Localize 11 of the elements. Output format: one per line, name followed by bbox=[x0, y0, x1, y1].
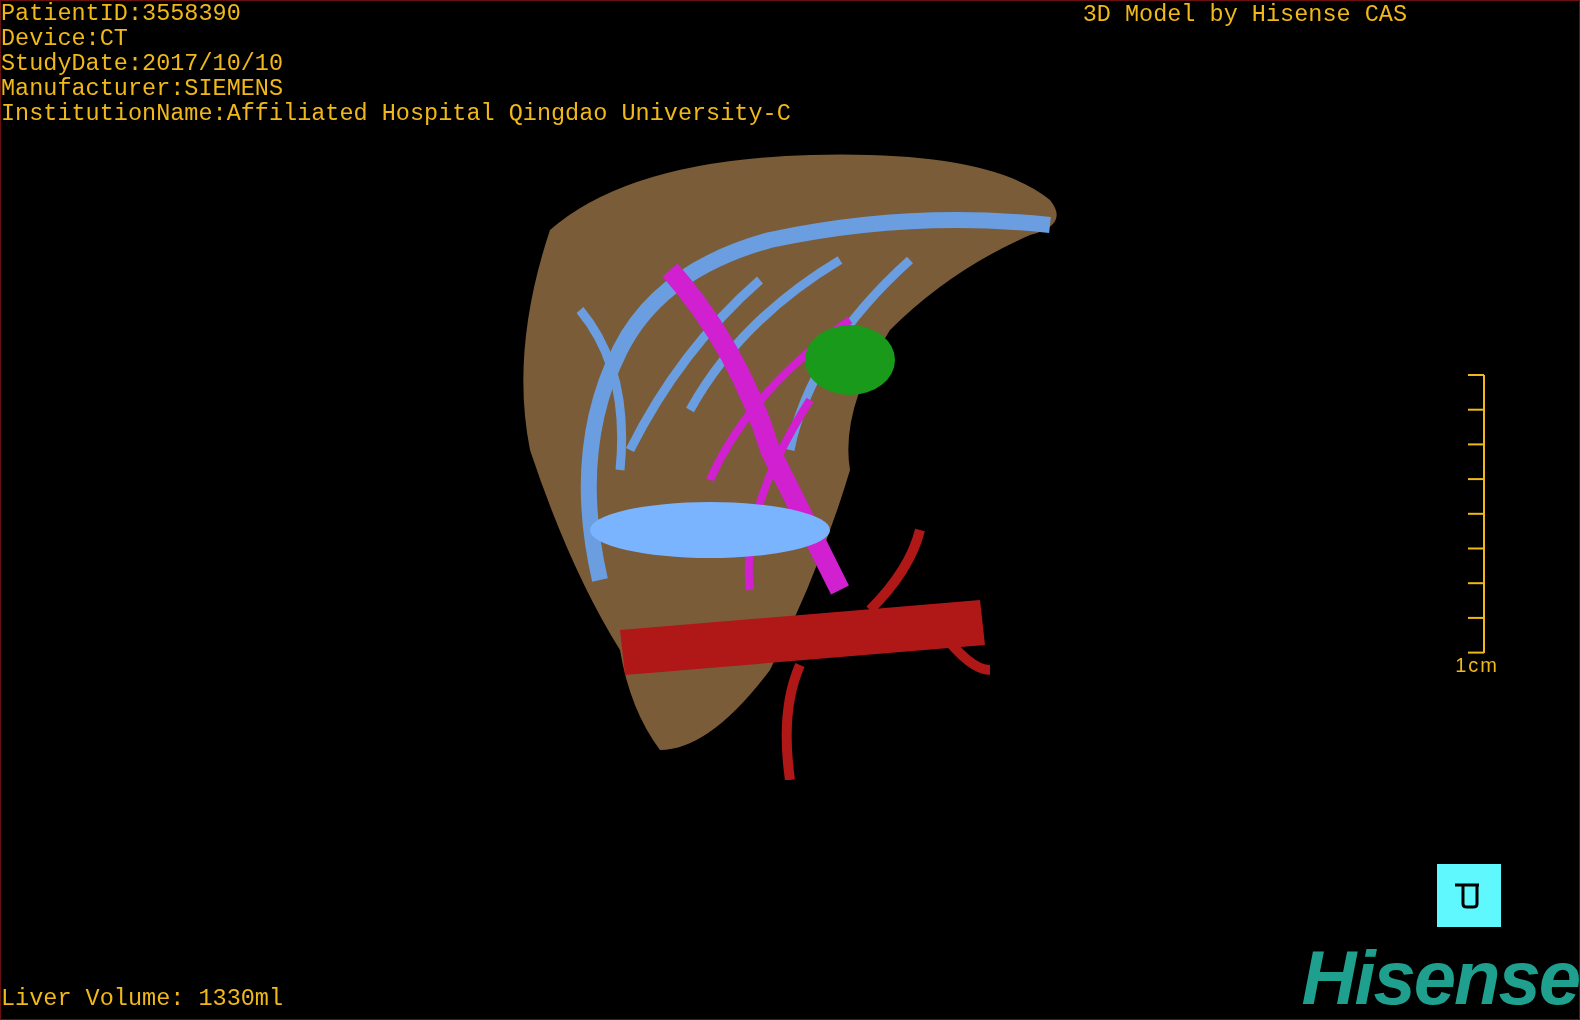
liver-volume: Liver Volume: 1330ml bbox=[1, 985, 284, 1013]
info-line: InstitutionName:Affiliated Hospital Qingdao University-C bbox=[1, 101, 791, 126]
tool-button[interactable] bbox=[1437, 864, 1501, 927]
info-line: Device:CT bbox=[1, 26, 129, 51]
info-line: Manufacturer:SIEMENS bbox=[1, 76, 285, 101]
scale-bar-icon bbox=[1468, 373, 1487, 654]
brand-logo: Hisense bbox=[1301, 945, 1579, 1011]
info-line: PatientID:3558390 bbox=[1, 1, 242, 26]
info-line: StudyDate:2017/10/10 bbox=[1, 51, 285, 76]
scale-label: 1cm bbox=[1455, 653, 1499, 677]
view-title: 3D Model by Hisense CAS bbox=[1082, 1, 1407, 29]
